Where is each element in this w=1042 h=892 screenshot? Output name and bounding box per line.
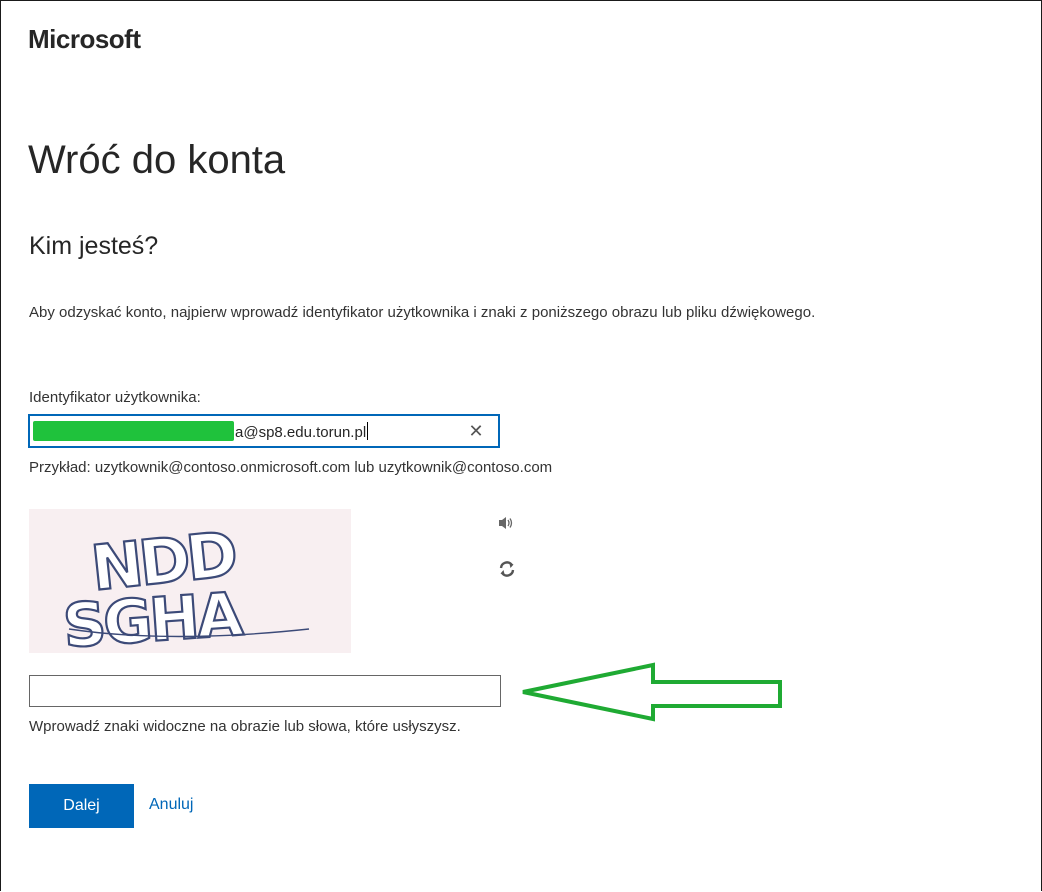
clear-icon[interactable]: ✕ (464, 419, 488, 443)
user-id-value: a@sp8.edu.torun.pl (235, 422, 369, 441)
speaker-icon[interactable] (498, 515, 514, 536)
section-subtitle: Kim jesteś? (29, 232, 159, 260)
captcha-hint-text: Wprowadź znaki widoczne na obrazie lub s… (29, 718, 461, 735)
user-id-input[interactable]: a@sp8.edu.torun.pl ✕ (28, 414, 500, 448)
captcha-line-2: SGHA (61, 580, 246, 653)
microsoft-logo-text: Microsoft (28, 24, 141, 54)
captcha-answer-input[interactable] (29, 675, 501, 707)
instructions-text: Aby odzyskać konto, najpierw wprowadź id… (29, 304, 816, 321)
page-title: Wróć do konta (28, 138, 286, 182)
redaction-mark (33, 421, 234, 441)
next-button[interactable]: Dalej (29, 784, 134, 828)
captcha-graphic: NDD SGHA (60, 516, 310, 663)
annotation-arrow (515, 660, 790, 729)
refresh-icon[interactable] (498, 560, 516, 583)
user-id-label: Identyfikator użytkownika: (29, 389, 201, 406)
example-text: Przykład: uzytkownik@contoso.onmicrosoft… (29, 459, 553, 476)
captcha-image: NDD SGHA (29, 509, 351, 663)
text-caret (367, 422, 369, 440)
cancel-link[interactable]: Anuluj (149, 796, 193, 814)
